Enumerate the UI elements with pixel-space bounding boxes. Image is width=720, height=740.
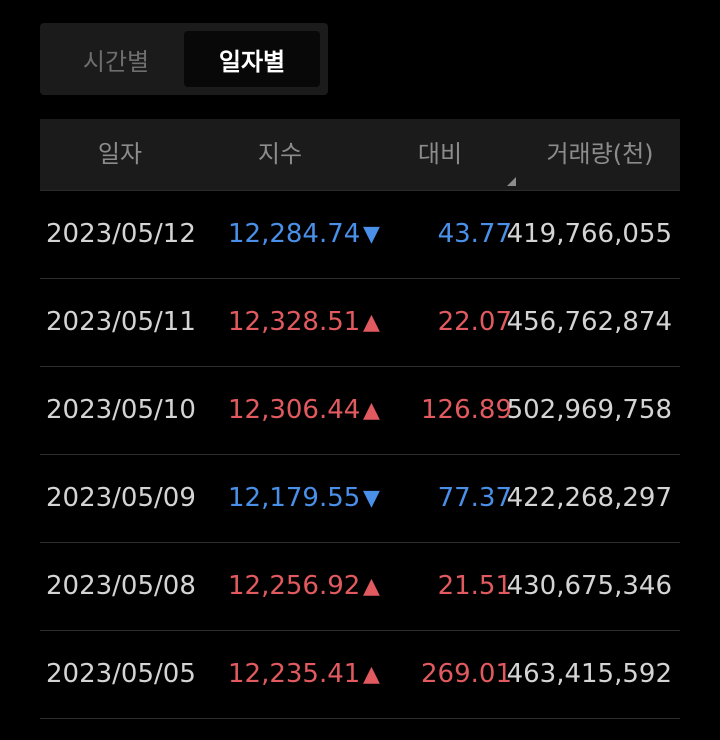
row-volume: 422,268,297 bbox=[506, 483, 672, 513]
table-row[interactable]: 2023/05/12 12,284.74 ▼ 43.77 419,766,055 bbox=[40, 191, 680, 279]
row-volume: 419,766,055 bbox=[506, 219, 672, 249]
row-volume: 430,675,346 bbox=[506, 571, 672, 601]
table-row[interactable]: 2023/05/05 12,235.41 ▲ 269.01 463,415,59… bbox=[40, 631, 680, 719]
header-index[interactable]: 지수 bbox=[200, 119, 360, 190]
row-change-value: 43.77 bbox=[437, 219, 512, 249]
triangle-up-icon: ▲ bbox=[363, 662, 380, 687]
row-volume: 463,415,592 bbox=[506, 659, 672, 689]
row-date: 2023/05/08 bbox=[46, 571, 196, 601]
row-date: 2023/05/12 bbox=[46, 219, 196, 249]
table-row[interactable]: 2023/05/09 12,179.55 ▼ 77.37 422,268,297 bbox=[40, 455, 680, 543]
row-index-value: 12,284.74 bbox=[228, 219, 361, 249]
triangle-down-icon: ▼ bbox=[363, 222, 380, 247]
row-change-value: 22.07 bbox=[437, 307, 512, 337]
row-index-value: 12,306.44 bbox=[228, 395, 361, 425]
row-index-value: 12,235.41 bbox=[228, 659, 361, 689]
table-row[interactable]: 2023/05/10 12,306.44 ▲ 126.89 502,969,75… bbox=[40, 367, 680, 455]
row-change-value: 269.01 bbox=[421, 659, 512, 689]
row-index-value: 12,256.92 bbox=[228, 571, 361, 601]
triangle-up-icon: ▲ bbox=[363, 398, 380, 423]
triangle-up-icon: ▲ bbox=[363, 574, 380, 599]
row-index-value: 12,179.55 bbox=[228, 483, 361, 513]
header-date[interactable]: 일자 bbox=[40, 119, 200, 190]
index-history-table: 일자 지수 대비 거래량(천) 2023/05/12 12,284.74 ▼ 4… bbox=[40, 119, 680, 719]
row-date: 2023/05/09 bbox=[46, 483, 196, 513]
header-volume[interactable]: 거래량(천) bbox=[520, 119, 680, 190]
triangle-up-icon: ▲ bbox=[363, 310, 380, 335]
row-date: 2023/05/05 bbox=[46, 659, 196, 689]
row-volume: 456,762,874 bbox=[506, 307, 672, 337]
tab-daily[interactable]: 일자별 bbox=[184, 31, 320, 87]
row-volume: 502,969,758 bbox=[506, 395, 672, 425]
sort-corner-icon[interactable] bbox=[507, 177, 516, 186]
tab-hourly[interactable]: 시간별 bbox=[48, 31, 184, 87]
table-header: 일자 지수 대비 거래량(천) bbox=[40, 119, 680, 191]
row-change-value: 77.37 bbox=[437, 483, 512, 513]
header-change[interactable]: 대비 bbox=[360, 119, 520, 190]
row-date: 2023/05/11 bbox=[46, 307, 196, 337]
row-change-value: 126.89 bbox=[421, 395, 512, 425]
table-row[interactable]: 2023/05/08 12,256.92 ▲ 21.51 430,675,346 bbox=[40, 543, 680, 631]
table-row[interactable]: 2023/05/11 12,328.51 ▲ 22.07 456,762,874 bbox=[40, 279, 680, 367]
period-toggle: 시간별 일자별 bbox=[40, 23, 328, 95]
row-date: 2023/05/10 bbox=[46, 395, 196, 425]
row-index-value: 12,328.51 bbox=[228, 307, 361, 337]
row-change-value: 21.51 bbox=[437, 571, 512, 601]
triangle-down-icon: ▼ bbox=[363, 486, 380, 511]
